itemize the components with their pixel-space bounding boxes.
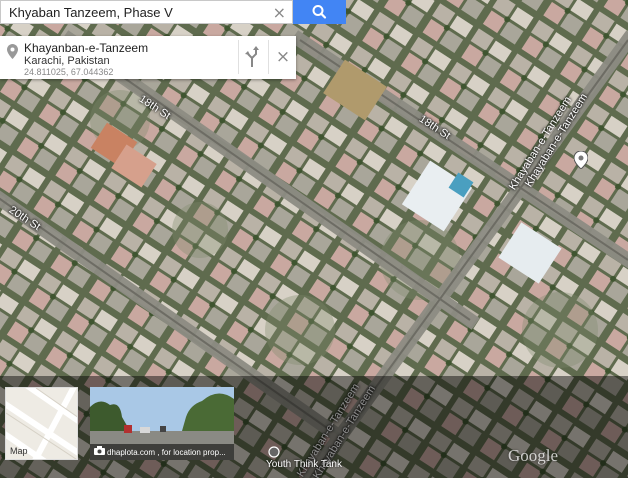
map-view-thumbnail[interactable]: Map — [5, 387, 78, 460]
place-result-card[interactable]: Khayanban-e-Tanzeem Karachi, Pakistan 24… — [0, 36, 296, 79]
clear-search-icon[interactable]: × — [273, 3, 286, 22]
search-bar: Khyaban Tanzeem, Phase V × — [0, 0, 346, 24]
search-button[interactable] — [293, 0, 346, 24]
search-icon — [312, 5, 327, 19]
camera-icon — [94, 446, 105, 457]
search-input[interactable]: Khyaban Tanzeem, Phase V — [9, 5, 264, 20]
google-logo: Google — [508, 446, 559, 465]
place-name: Khayanban-e-Tanzeem — [24, 41, 149, 55]
photo-caption: dhaplota.com , for location prop... — [90, 444, 234, 460]
map-thumbnail-label: Map — [10, 446, 28, 456]
directions-button[interactable] — [238, 40, 269, 74]
search-box[interactable]: Khyaban Tanzeem, Phase V × — [0, 0, 293, 24]
place-coordinates: 24.811025, 67.044362 — [24, 67, 114, 77]
location-pin-icon — [7, 44, 18, 64]
photo-caption-text: dhaplota.com , for location prop... — [107, 448, 226, 457]
poi-label[interactable]: Youth Think Tank — [266, 459, 342, 470]
place-region: Karachi, Pakistan — [24, 55, 110, 67]
close-card-icon[interactable]: × — [268, 40, 297, 74]
directions-icon — [245, 46, 259, 67]
photo-thumbnail[interactable]: dhaplota.com , for location prop... — [90, 387, 234, 460]
